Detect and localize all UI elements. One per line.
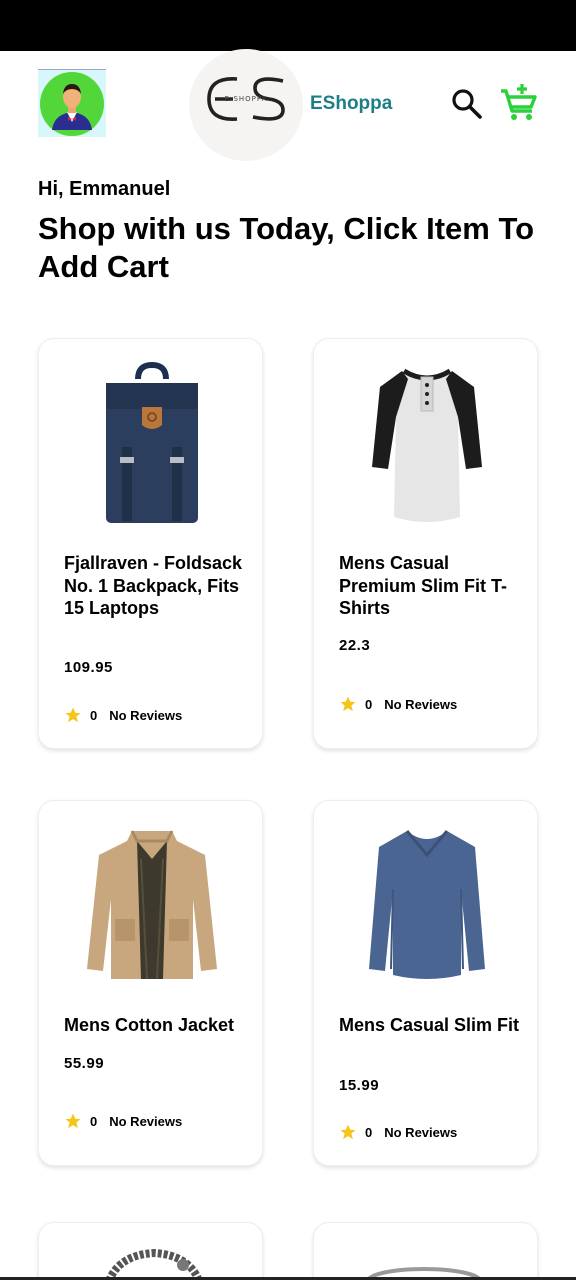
rating-value: 0 <box>90 1113 98 1129</box>
app-header: E-SHOPPA EShoppa <box>0 49 576 161</box>
product-rating: 0 No Reviews <box>64 1111 182 1131</box>
status-bar <box>0 0 576 51</box>
user-greeting: Hi, Emmanuel <box>38 178 171 200</box>
rating-value: 0 <box>90 707 98 723</box>
backpack-icon <box>105 361 198 523</box>
product-price: 15.99 <box>339 1077 380 1094</box>
product-card[interactable]: Mens Cotton Jacket 55.99 0 No Reviews <box>38 800 263 1166</box>
star-icon <box>340 696 356 712</box>
product-image <box>314 357 537 533</box>
reviews-label: No Reviews <box>384 1124 458 1140</box>
product-price: 55.99 <box>64 1055 105 1072</box>
page-headline: Shop with us Today, Click Item To Add Ca… <box>38 211 535 284</box>
product-image <box>314 819 537 995</box>
search-icon <box>452 89 482 119</box>
raglan-tshirt-icon <box>371 368 482 522</box>
product-title: Mens Casual Slim Fit <box>339 1015 520 1035</box>
avatar-icon <box>40 72 104 136</box>
cart-button[interactable] <box>498 83 538 123</box>
product-image <box>39 819 262 995</box>
brand-logo: E-SHOPPA <box>189 49 303 161</box>
rating-value: 0 <box>365 1124 373 1140</box>
user-avatar[interactable] <box>38 69 106 137</box>
product-title: Mens Cotton Jacket <box>64 1015 235 1035</box>
star-icon <box>65 707 81 723</box>
product-card[interactable] <box>38 1222 263 1280</box>
product-card[interactable] <box>313 1222 538 1280</box>
product-title: Mens Casual Premium Slim Fit T-Shirts <box>339 553 508 618</box>
star-icon <box>340 1124 356 1140</box>
product-card[interactable]: Mens Casual Slim Fit 15.99 0 No Reviews <box>313 800 538 1166</box>
product-rating: 0 No Reviews <box>64 705 182 725</box>
reviews-label: No Reviews <box>109 707 183 723</box>
brand-name: EShoppa <box>310 93 393 114</box>
reviews-label: No Reviews <box>109 1113 183 1129</box>
product-rating: 0 No Reviews <box>339 1122 457 1142</box>
product-rating: 0 No Reviews <box>339 694 457 714</box>
reviews-label: No Reviews <box>384 696 458 712</box>
product-image <box>39 357 262 533</box>
rating-value: 0 <box>365 696 373 712</box>
product-price: 109.95 <box>64 659 113 676</box>
long-sleeve-shirt-icon <box>368 830 485 979</box>
search-button[interactable] <box>450 87 484 121</box>
jacket-icon <box>86 830 217 980</box>
product-card[interactable]: Mens Casual Premium Slim Fit T-Shirts 22… <box>313 338 538 749</box>
product-title: Fjallraven - Foldsack No. 1 Backpack, Fi… <box>64 553 243 618</box>
star-icon <box>65 1113 81 1129</box>
bracelet-icon <box>105 1248 203 1280</box>
product-card[interactable]: Fjallraven - Foldsack No. 1 Backpack, Fi… <box>38 338 263 749</box>
product-price: 22.3 <box>339 637 371 654</box>
logo-subtext: E-SHOPPA <box>224 95 268 103</box>
product-image <box>99 1241 209 1280</box>
add-to-cart-icon <box>501 84 537 120</box>
